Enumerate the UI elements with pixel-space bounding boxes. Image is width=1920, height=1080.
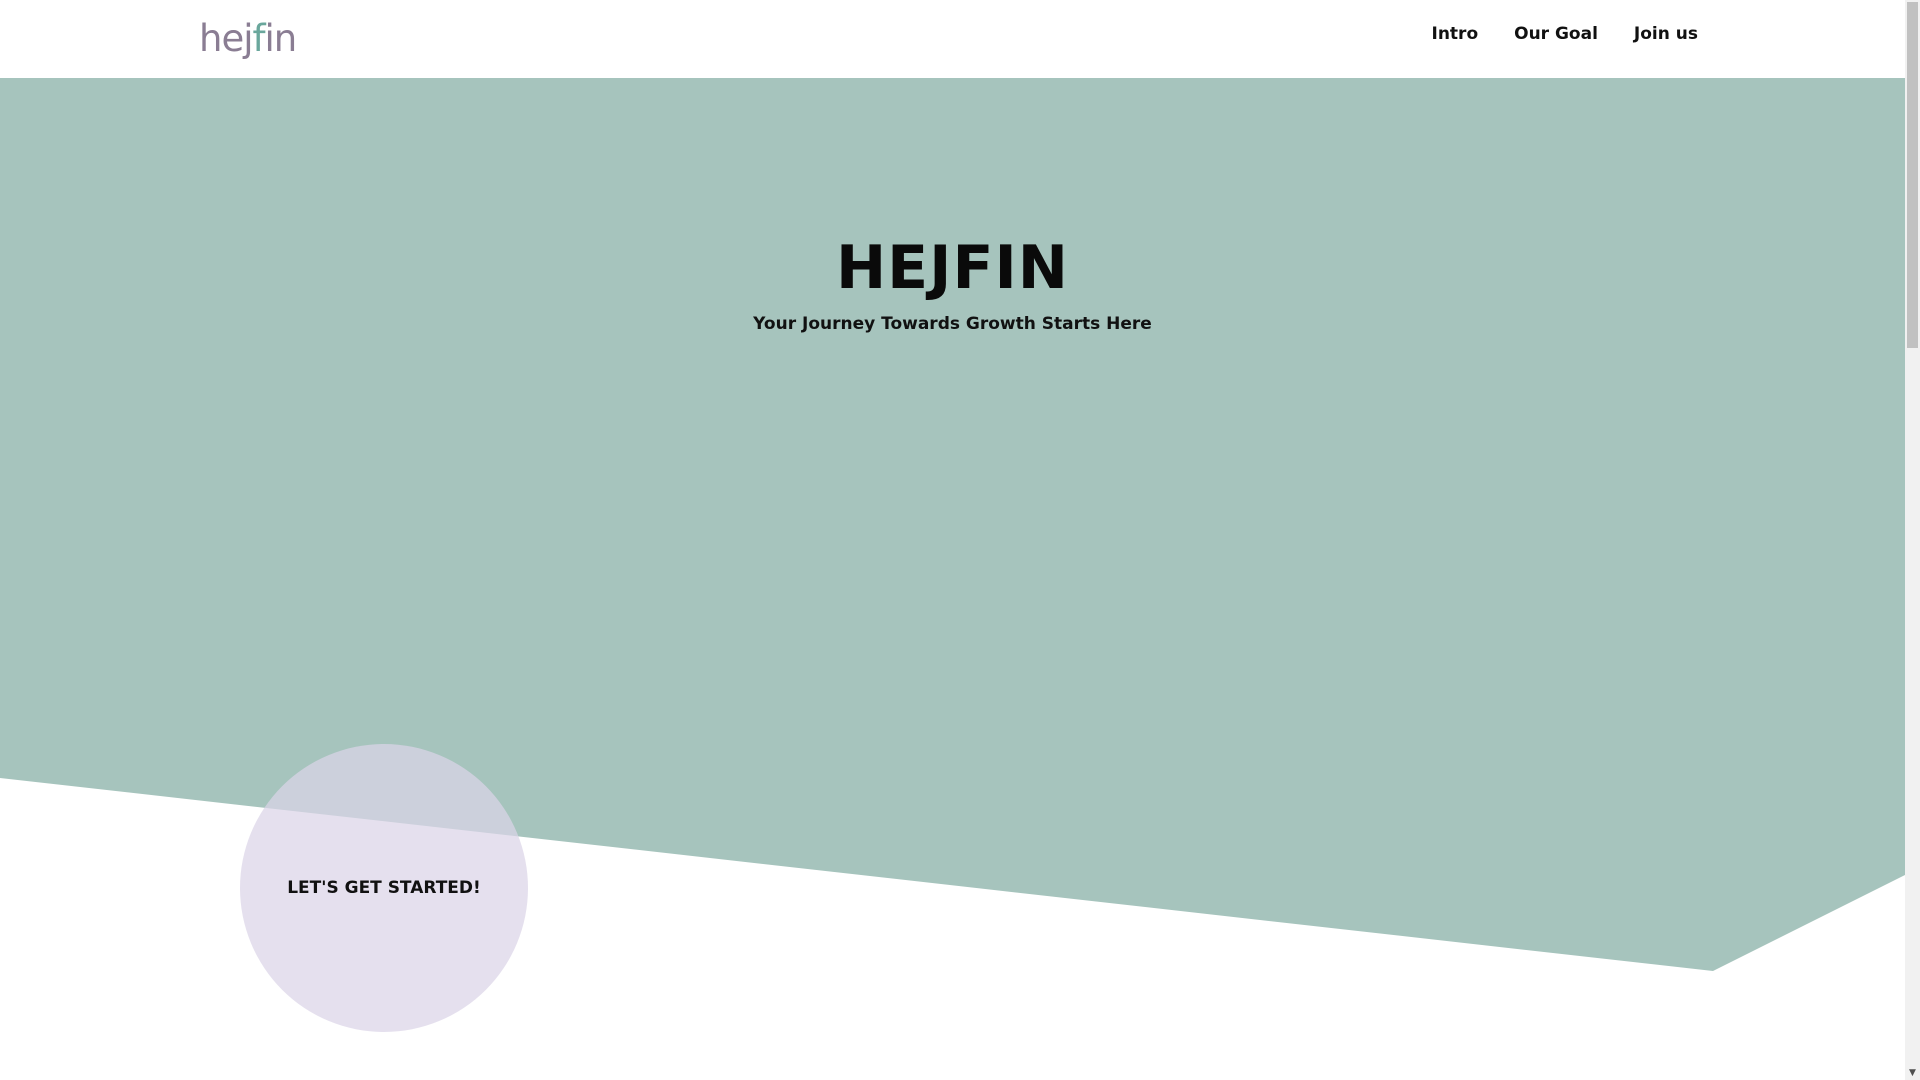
nav-link-intro[interactable]: Intro [1432,24,1479,44]
chevron-down-icon[interactable]: ▼ [1905,1065,1920,1080]
logo-text-start: hej [199,16,253,60]
logo[interactable]: hej f in [199,13,298,63]
logo-text-accent: f [252,16,266,60]
site-header: hej f in Intro Our Goal Join us [0,0,1905,78]
nav-link-join-us[interactable]: Join us [1634,24,1698,44]
get-started-button[interactable]: LET'S GET STARTED! [240,744,528,1032]
page: hej f in Intro Our Goal Join us HEJFIN You… [0,0,1920,1080]
scrollbar-thumb[interactable] [1907,2,1918,348]
vertical-scrollbar[interactable]: ▼ [1905,0,1920,1080]
hero-subtitle: Your Journey Towards Growth Starts Here [753,314,1152,334]
logo-text-end: in [264,16,298,60]
hero-section: HEJFIN Your Journey Towards Growth Start… [0,230,1905,334]
get-started-label: LET'S GET STARTED! [287,878,481,898]
main-nav: Intro Our Goal Join us [1432,24,1699,44]
hero-title: HEJFIN [835,233,1070,303]
nav-link-our-goal[interactable]: Our Goal [1514,24,1598,44]
